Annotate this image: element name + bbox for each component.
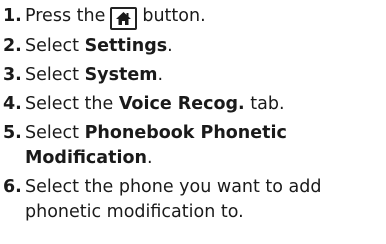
step-text-pre: Press the: [25, 6, 106, 26]
instruction-steps: 1. Press the button. 2. Select Settings. …: [3, 4, 386, 229]
step-text: Press the button.: [25, 4, 386, 30]
step-text-pre: Select: [25, 65, 85, 85]
system-label: System: [84, 65, 158, 85]
voice-recog-tab-label: Voice Recog.: [118, 94, 245, 114]
step-number: 5.: [3, 123, 22, 143]
step-text-pre: Select the: [25, 94, 119, 114]
step-number: 2.: [3, 36, 22, 56]
step-text: Select Settings.: [25, 34, 386, 59]
step-3: 3. Select System.: [3, 63, 386, 88]
step-text-post: tab.: [244, 94, 285, 114]
step-text: Select Phonebook Phonetic Modification.: [25, 121, 386, 171]
step-text: Select the Voice Recog. tab.: [25, 92, 386, 117]
step-text: Select the phone you want to add phoneti…: [25, 177, 322, 222]
step-number: 1.: [3, 6, 22, 26]
step-1: 1. Press the button.: [3, 4, 386, 30]
step-number: 6.: [3, 177, 22, 197]
step-2: 2. Select Settings.: [3, 34, 386, 59]
step-number: 3.: [3, 65, 22, 85]
step-number: 4.: [3, 94, 22, 114]
step-text-post: .: [167, 36, 173, 56]
step-6: 6. Select the phone you want to add phon…: [3, 175, 386, 225]
step-text: Select System.: [25, 63, 386, 88]
settings-label: Settings: [84, 36, 168, 56]
home-icon: [110, 7, 138, 30]
step-text-pre: Select: [25, 123, 85, 143]
step-text-post: .: [146, 148, 153, 168]
step-4: 4. Select the Voice Recog. tab.: [3, 92, 386, 117]
step-text-pre: Select: [25, 36, 85, 56]
step-text-post: button.: [142, 6, 206, 26]
step-text-post: .: [157, 65, 164, 85]
step-5: 5. Select Phonebook Phonetic Modificatio…: [3, 121, 386, 171]
